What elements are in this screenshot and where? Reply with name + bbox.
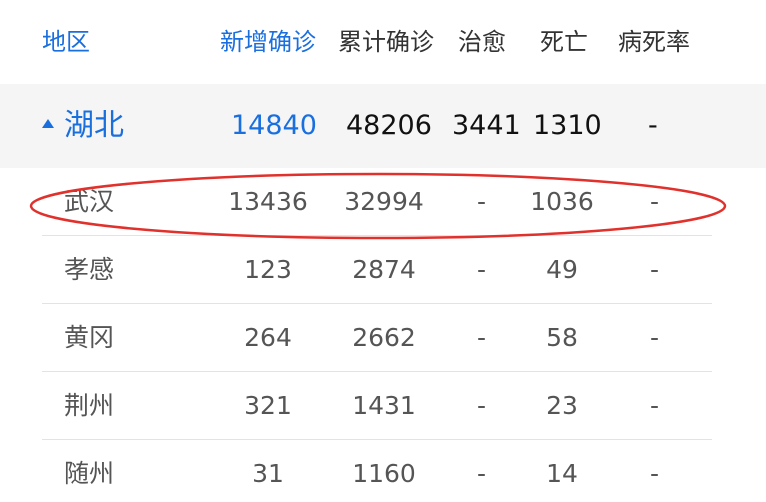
city-fatality-rate: -	[650, 187, 660, 216]
header-deaths[interactable]: 死亡	[540, 0, 588, 84]
city-name: 荆州	[64, 391, 115, 420]
city-name: 随州	[64, 459, 115, 488]
city-new-confirmed: 264	[244, 323, 292, 352]
epidemic-table: 地区 新增确诊 累计确诊 治愈 死亡 病死率 湖北 14840 48206 34…	[0, 0, 766, 502]
table-header: 地区 新增确诊 累计确诊 治愈 死亡 病死率	[0, 0, 766, 84]
table-row[interactable]: 孝感 123 2874 - 49 -	[0, 236, 766, 304]
table-row[interactable]: 武汉 13436 32994 - 1036 -	[0, 168, 766, 236]
province-row-hubei[interactable]: 湖北 14840 48206 3441 1310 -	[0, 84, 766, 168]
city-new-confirmed: 31	[252, 459, 284, 488]
city-deaths: 14	[546, 459, 578, 488]
province-toggle[interactable]: 湖北	[42, 84, 124, 168]
city-name: 武汉	[64, 187, 115, 216]
city-deaths: 49	[546, 255, 578, 284]
province-deaths: 1310	[533, 110, 602, 141]
table-row[interactable]: 黄冈 264 2662 - 58 -	[0, 304, 766, 372]
header-new-confirmed[interactable]: 新增确诊	[220, 0, 316, 84]
city-deaths: 1036	[530, 187, 594, 216]
province-fatality-rate: -	[648, 110, 658, 141]
city-fatality-rate: -	[650, 391, 660, 420]
city-cured: -	[477, 255, 487, 284]
table-row[interactable]: 随州 31 1160 - 14 -	[0, 440, 766, 502]
city-new-confirmed: 321	[244, 391, 292, 420]
city-fatality-rate: -	[650, 323, 660, 352]
city-total-confirmed: 32994	[344, 187, 424, 216]
header-total-confirmed[interactable]: 累计确诊	[338, 0, 434, 84]
city-new-confirmed: 13436	[228, 187, 308, 216]
province-total-confirmed: 48206	[346, 110, 432, 141]
city-fatality-rate: -	[650, 459, 660, 488]
header-cured[interactable]: 治愈	[458, 0, 506, 84]
city-total-confirmed: 1431	[352, 391, 416, 420]
header-fatality-rate[interactable]: 病死率	[618, 0, 690, 84]
caret-up-icon	[42, 119, 54, 128]
city-name: 黄冈	[64, 323, 115, 352]
province-new-confirmed: 14840	[231, 110, 317, 141]
city-total-confirmed: 2662	[352, 323, 416, 352]
city-fatality-rate: -	[650, 255, 660, 284]
province-cured: 3441	[452, 110, 521, 141]
city-deaths: 23	[546, 391, 578, 420]
city-cured: -	[477, 459, 487, 488]
province-name: 湖北	[64, 108, 124, 143]
city-total-confirmed: 1160	[352, 459, 416, 488]
city-total-confirmed: 2874	[352, 255, 416, 284]
city-cured: -	[477, 187, 487, 216]
city-deaths: 58	[546, 323, 578, 352]
city-name: 孝感	[64, 255, 115, 284]
table-row[interactable]: 荆州 321 1431 - 23 -	[0, 372, 766, 440]
city-cured: -	[477, 323, 487, 352]
city-new-confirmed: 123	[244, 255, 292, 284]
header-region[interactable]: 地区	[42, 0, 90, 84]
city-cured: -	[477, 391, 487, 420]
